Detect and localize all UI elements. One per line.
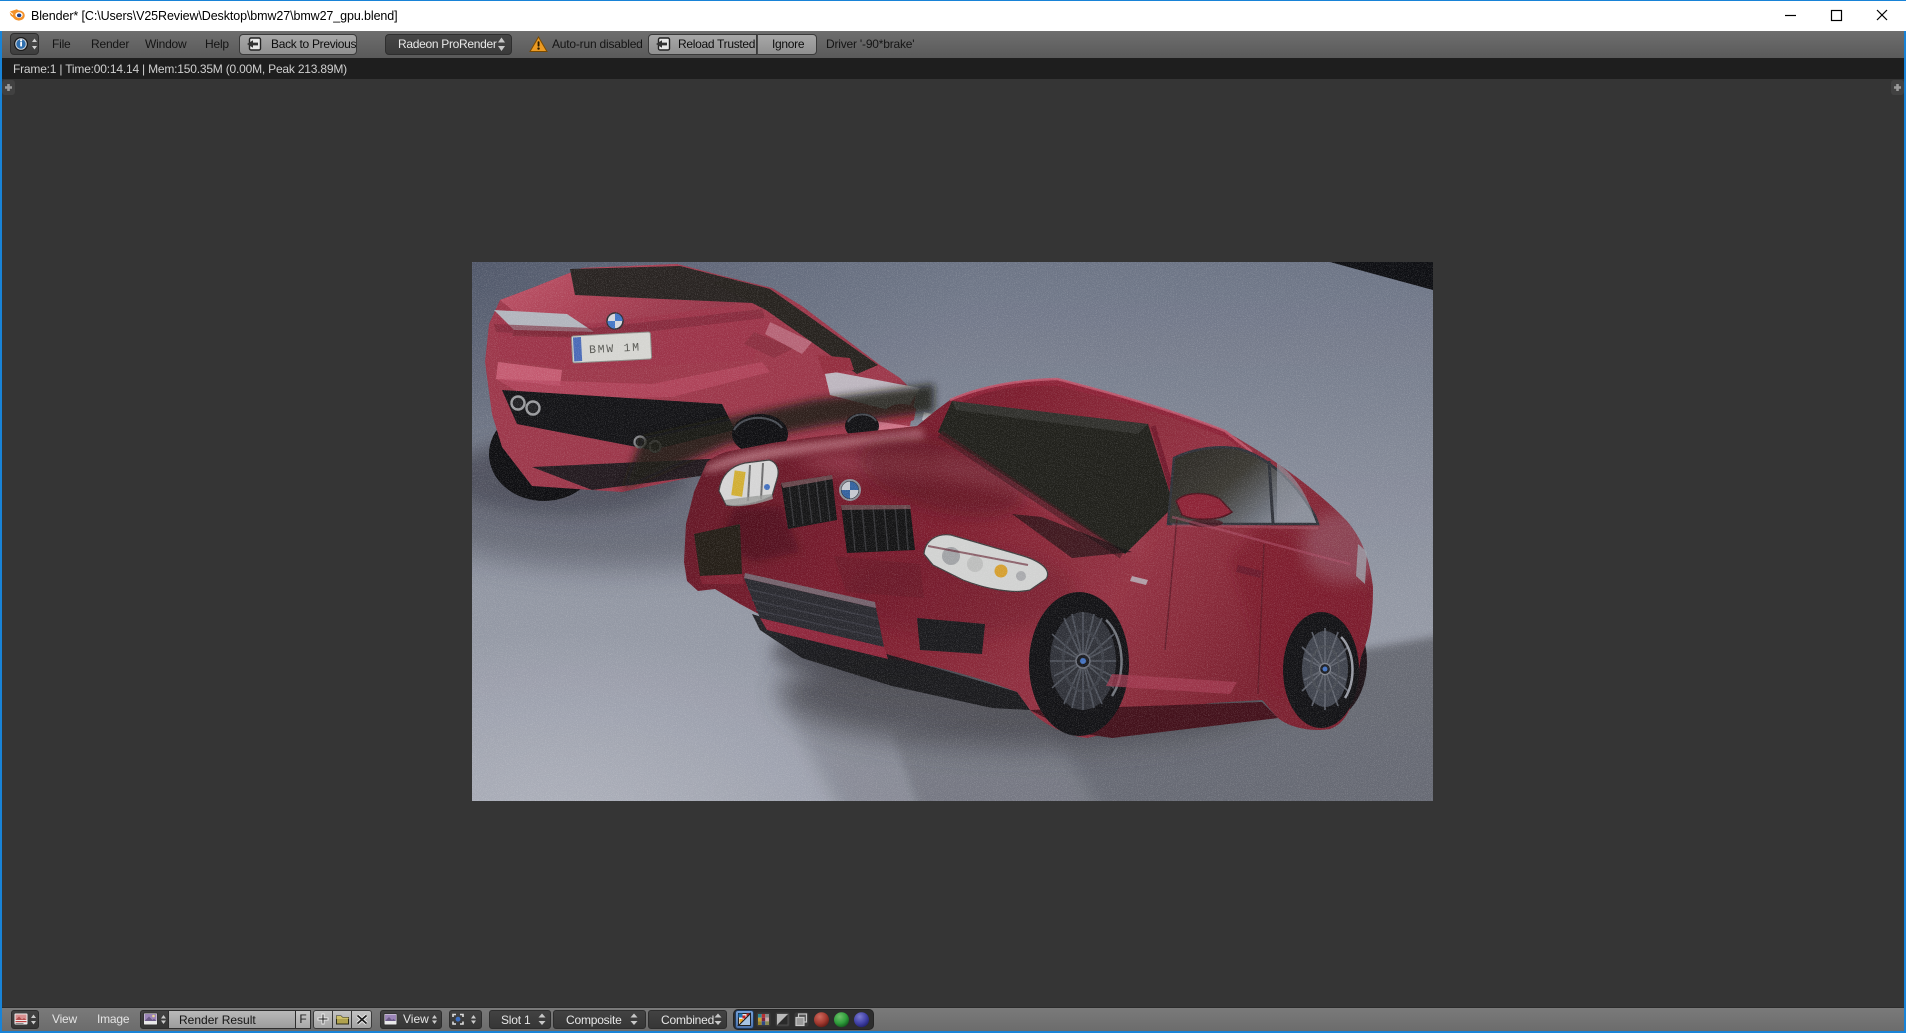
svg-text:View: View (403, 1012, 429, 1026)
